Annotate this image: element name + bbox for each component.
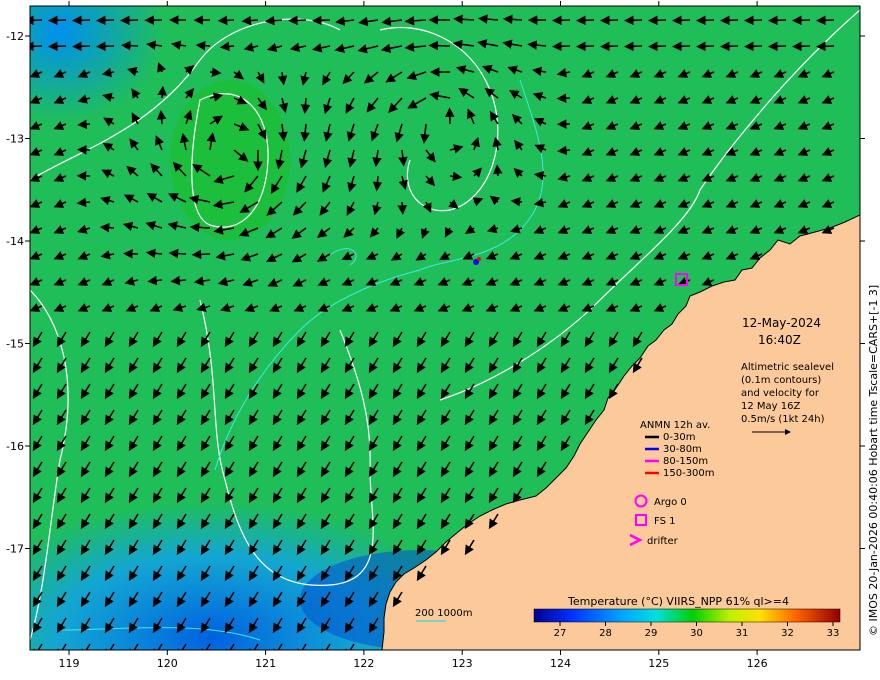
- velocity-arrow: [792, 15, 811, 26]
- velocity-arrow: [551, 41, 571, 52]
- colorbar-tick-label: 28: [599, 628, 612, 639]
- depth-legend-label: 200 1000m: [415, 608, 472, 619]
- warm-eddy: [170, 80, 290, 240]
- velocity-arrow: [72, 15, 91, 26]
- velocity-arrow: [600, 15, 619, 26]
- velocity-arrow: [816, 15, 835, 26]
- x-tick-label: 119: [59, 657, 80, 670]
- velocity-arrow: [168, 248, 187, 259]
- colorbar-tick-label: 30: [690, 628, 703, 639]
- velocity-arrow: [624, 41, 643, 52]
- description-line: 12 May 16Z: [741, 401, 800, 412]
- velocity-arrow: [288, 15, 307, 26]
- x-tick-label: 122: [353, 657, 374, 670]
- anmn-legend-label: 0-30m: [663, 432, 695, 443]
- velocity-arrow: [48, 15, 67, 26]
- velocity-arrow: [120, 15, 139, 26]
- credit-text: © IMOS 20-Jan-2026 00:40:06 Hobart time …: [867, 285, 880, 636]
- y-tick-label: -13: [6, 133, 24, 146]
- velocity-arrow: [195, 40, 211, 51]
- anmn-legend-label: 30-80m: [663, 444, 702, 455]
- colorbar-tick-label: 31: [736, 628, 749, 639]
- velocity-arrow: [720, 41, 739, 52]
- y-tick-label: -16: [6, 440, 24, 453]
- velocity-arrow: [576, 15, 595, 26]
- velocity-arrow: [189, 222, 211, 233]
- map-figure: 119 120 121 122 123 124 125 126 -12 -13 -14 -15 -16…: [6, 1, 880, 670]
- velocity-arrow: [30, 15, 43, 26]
- y-tick-label: -12: [6, 30, 24, 43]
- velocity-arrow: [696, 41, 715, 52]
- velocity-arrow: [30, 41, 43, 52]
- map-time: 16:40Z: [758, 333, 801, 347]
- velocity-arrow: [816, 41, 835, 52]
- colorbar-tick-label: 27: [554, 628, 567, 639]
- velocity-arrow: [397, 201, 408, 215]
- y-tick-label: -14: [6, 235, 24, 248]
- velocity-arrow: [209, 67, 222, 77]
- marker-legend-label: FS 1: [654, 516, 675, 527]
- velocity-arrow: [217, 15, 235, 26]
- y-tick-label: -15: [6, 338, 24, 351]
- x-tick-label: 126: [747, 657, 768, 670]
- description-line: 0.5m/s (1kt 24h): [741, 414, 825, 425]
- velocity-arrow: [300, 97, 311, 115]
- y-tick-label: -17: [6, 543, 24, 556]
- velocity-arrow: [672, 15, 691, 26]
- anmn-legend-label: 150-300m: [663, 468, 715, 479]
- anmn-legend-title: ANMN 12h av.: [640, 420, 710, 431]
- x-tick-label: 124: [550, 657, 571, 670]
- velocity-arrow: [600, 41, 619, 52]
- velocity-arrow: [72, 41, 91, 52]
- x-tick-label: 120: [157, 657, 178, 670]
- velocity-arrow: [624, 15, 643, 26]
- velocity-arrow: [96, 41, 115, 52]
- velocity-arrow: [77, 119, 91, 130]
- velocity-arrow: [768, 41, 787, 52]
- velocity-arrow: [157, 85, 167, 99]
- x-tick-label: 123: [452, 657, 473, 670]
- colorbar-title: Temperature (°C) VIIRS_NPP 61% ql>=4: [567, 595, 789, 608]
- description-line: and velocity for: [741, 388, 820, 399]
- marker-legend-label: drifter: [647, 536, 679, 547]
- velocity-arrow: [48, 41, 67, 52]
- velocity-arrow: [428, 40, 451, 51]
- velocity-arrow: [556, 93, 571, 104]
- description-line: (0.1m contours): [741, 375, 821, 386]
- colorbar: [533, 608, 841, 623]
- velocity-arrow: [576, 41, 595, 52]
- velocity-arrow: [672, 41, 691, 52]
- velocity-arrow: [311, 15, 331, 26]
- x-tick-label: 121: [255, 657, 276, 670]
- anmn-legend-label: 80-150m: [663, 456, 708, 467]
- description-line: Altimetric sealevel: [741, 362, 834, 373]
- velocity-arrow: [156, 109, 167, 125]
- colorbar-tick-label: 32: [781, 628, 794, 639]
- velocity-arrow: [510, 197, 523, 207]
- velocity-arrow: [99, 222, 115, 233]
- velocity-arrow: [696, 15, 715, 26]
- colorbar-tick-label: 33: [827, 628, 840, 639]
- x-tick-label: 125: [648, 657, 669, 670]
- velocity-arrow: [120, 40, 139, 51]
- velocity-arrow: [768, 15, 787, 26]
- colorbar-tick-label: 29: [645, 628, 658, 639]
- marker-legend-label: Argo 0: [654, 497, 687, 508]
- velocity-arrow: [191, 249, 211, 260]
- velocity-arrow: [552, 15, 571, 26]
- velocity-arrow: [744, 15, 763, 26]
- map-date: 12-May-2024: [742, 316, 821, 330]
- velocity-arrow: [792, 41, 811, 52]
- velocity-arrow: [493, 164, 503, 177]
- velocity-arrow: [648, 41, 667, 52]
- velocity-arrow: [648, 15, 667, 26]
- velocity-arrow: [720, 15, 739, 26]
- velocity-arrow: [96, 15, 115, 26]
- velocity-arrow: [744, 41, 763, 52]
